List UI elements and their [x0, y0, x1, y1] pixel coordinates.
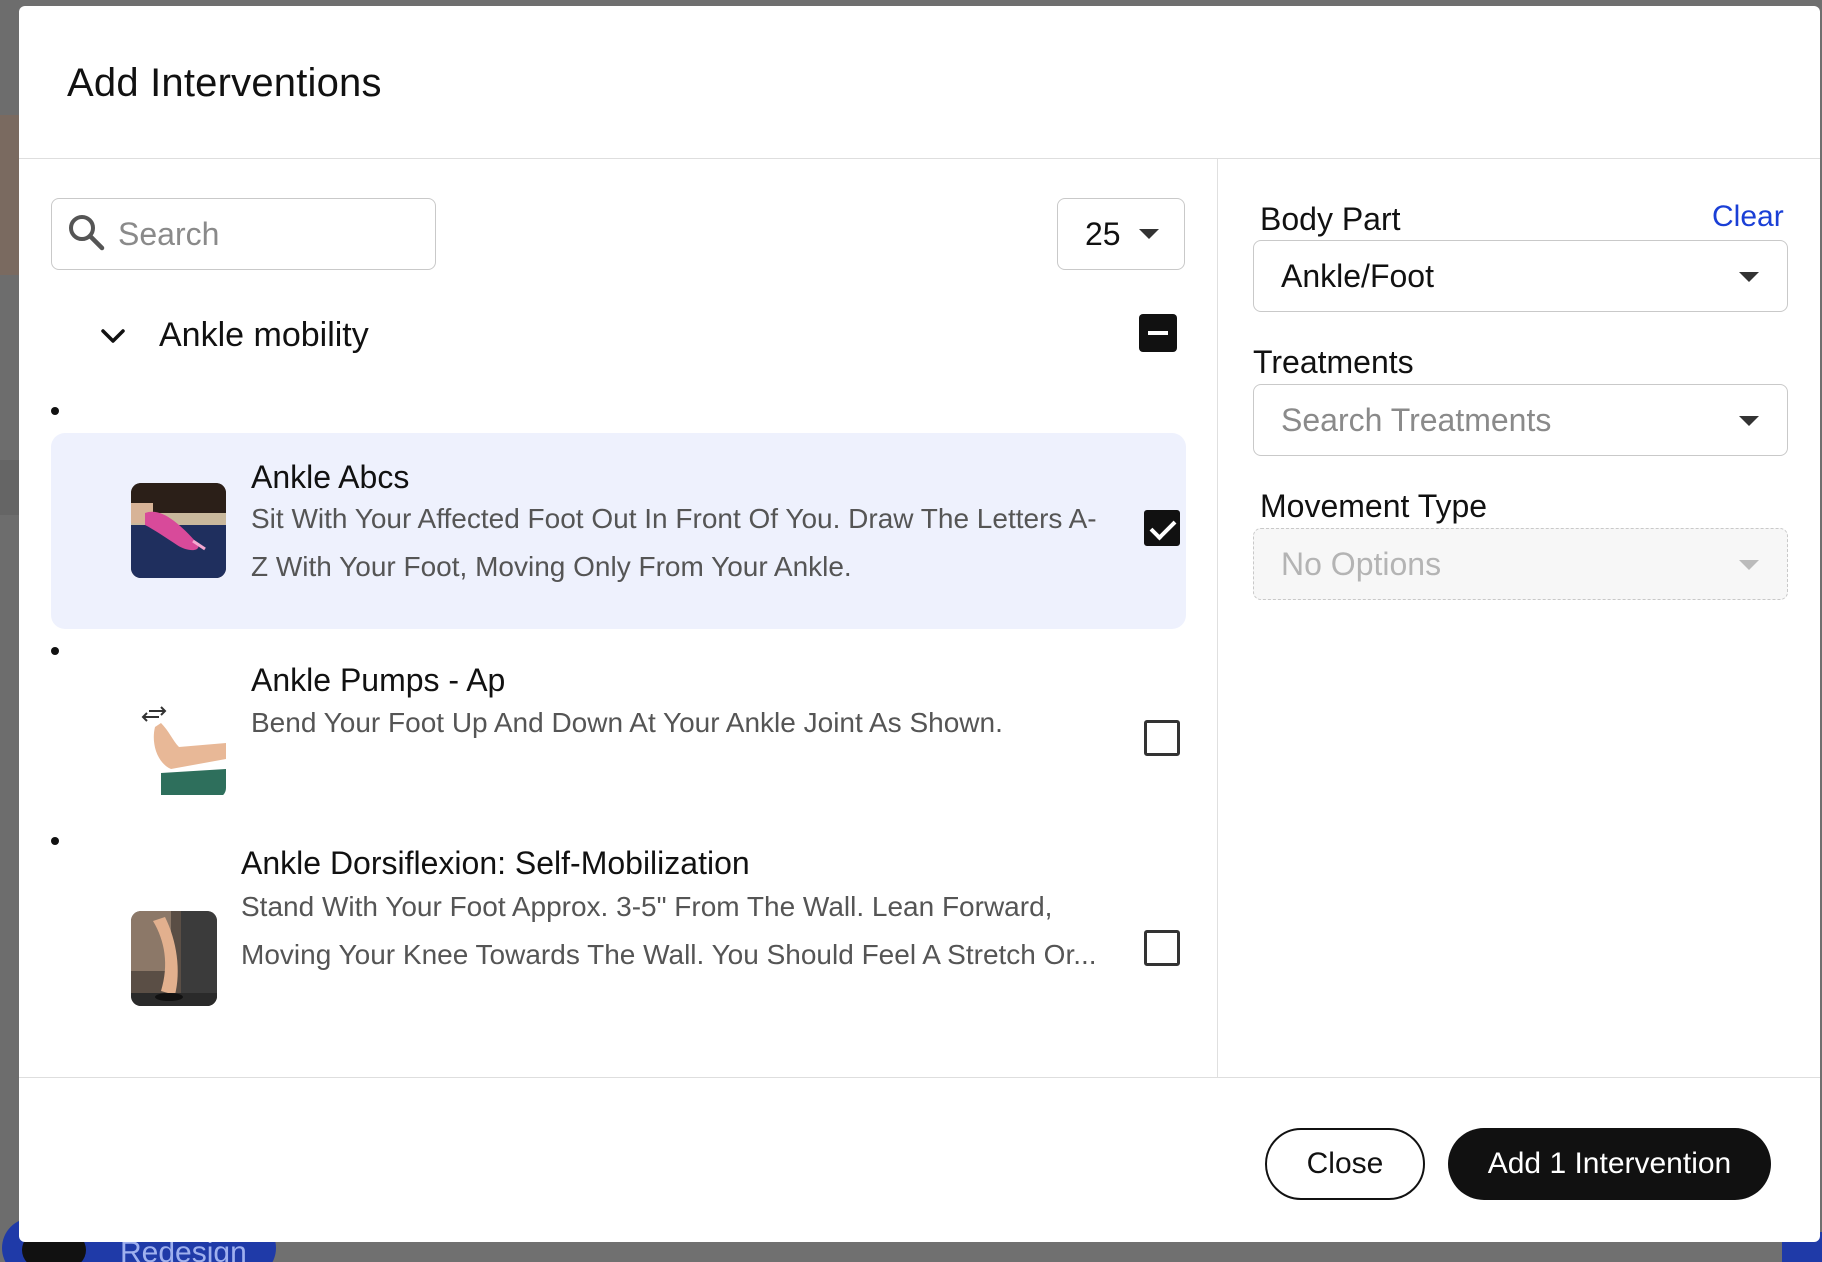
- close-button[interactable]: Close: [1265, 1128, 1425, 1200]
- add-intervention-button[interactable]: Add 1 Intervention: [1448, 1128, 1771, 1200]
- list-bullet: [51, 647, 59, 655]
- movement-type-select: No Options: [1253, 528, 1788, 600]
- group-label: Ankle mobility: [159, 316, 369, 354]
- search-input[interactable]: [118, 215, 418, 253]
- body-part-value: Ankle/Foot: [1281, 257, 1434, 294]
- ankle-dorsiflexion-thumbnail: [131, 911, 217, 1006]
- treatments-label: Treatments: [1253, 344, 1414, 380]
- list-bullet: [51, 407, 59, 415]
- item-checkbox[interactable]: [1144, 930, 1180, 966]
- page-size-value: 25: [1085, 215, 1121, 252]
- item-title: Ankle Dorsiflexion: Self-Mobilization: [241, 845, 750, 881]
- intervention-item-ankle-abcs[interactable]: Ankle Abcs Sit With Your Affected Foot O…: [51, 433, 1186, 629]
- item-title: Ankle Abcs: [251, 459, 410, 495]
- caret-down-icon: [1138, 229, 1159, 239]
- modal-header: Add Interventions: [19, 6, 1820, 159]
- modal-title: Add Interventions: [67, 61, 382, 105]
- search-field[interactable]: [51, 198, 436, 270]
- treatments-placeholder: Search Treatments: [1281, 401, 1552, 438]
- body-part-select[interactable]: Ankle/Foot: [1253, 240, 1788, 312]
- ankle-pumps-thumbnail: [131, 703, 226, 798]
- caret-down-icon: [1739, 560, 1759, 570]
- body-part-label: Body Part: [1260, 201, 1401, 237]
- clear-filter-link[interactable]: Clear: [1712, 200, 1784, 234]
- modal-footer: Close Add 1 Intervention: [19, 1077, 1820, 1242]
- group-ankle-mobility: Ankle mobility: [79, 306, 1199, 366]
- caret-down-icon: [1739, 416, 1759, 426]
- list-bullet: [51, 837, 59, 845]
- intervention-item-ankle-pumps[interactable]: Ankle Pumps - Ap Bend Your Foot Up And D…: [51, 662, 1186, 829]
- item-checkbox[interactable]: [1144, 720, 1180, 756]
- movement-type-placeholder: No Options: [1281, 545, 1442, 582]
- caret-down-icon: [1739, 272, 1759, 282]
- item-description: Sit With Your Affected Foot Out In Front…: [251, 503, 1097, 582]
- item-description: Bend Your Foot Up And Down At Your Ankle…: [251, 707, 1003, 738]
- background-left-strip: [0, 0, 20, 1262]
- intervention-item-ankle-dorsiflexion[interactable]: Ankle Dorsiflexion: Self-Mobilization St…: [51, 845, 1186, 1069]
- item-description: Stand With Your Foot Approx. 3-5" From T…: [241, 891, 1097, 970]
- movement-type-label: Movement Type: [1260, 488, 1488, 524]
- item-checkbox-checked[interactable]: [1144, 510, 1180, 546]
- ankle-abcs-thumbnail: [131, 483, 226, 578]
- chevron-down-icon[interactable]: [97, 320, 129, 352]
- add-interventions-modal: Add Interventions 25 Ankle mobility: [19, 6, 1820, 1242]
- treatments-select[interactable]: Search Treatments: [1253, 384, 1788, 456]
- page-size-select[interactable]: 25: [1057, 198, 1185, 270]
- interventions-list-pane: 25 Ankle mobility: [19, 159, 1218, 1077]
- search-icon: [66, 212, 106, 257]
- item-title: Ankle Pumps - Ap: [251, 662, 506, 698]
- group-select-all-checkbox[interactable]: [1139, 314, 1177, 352]
